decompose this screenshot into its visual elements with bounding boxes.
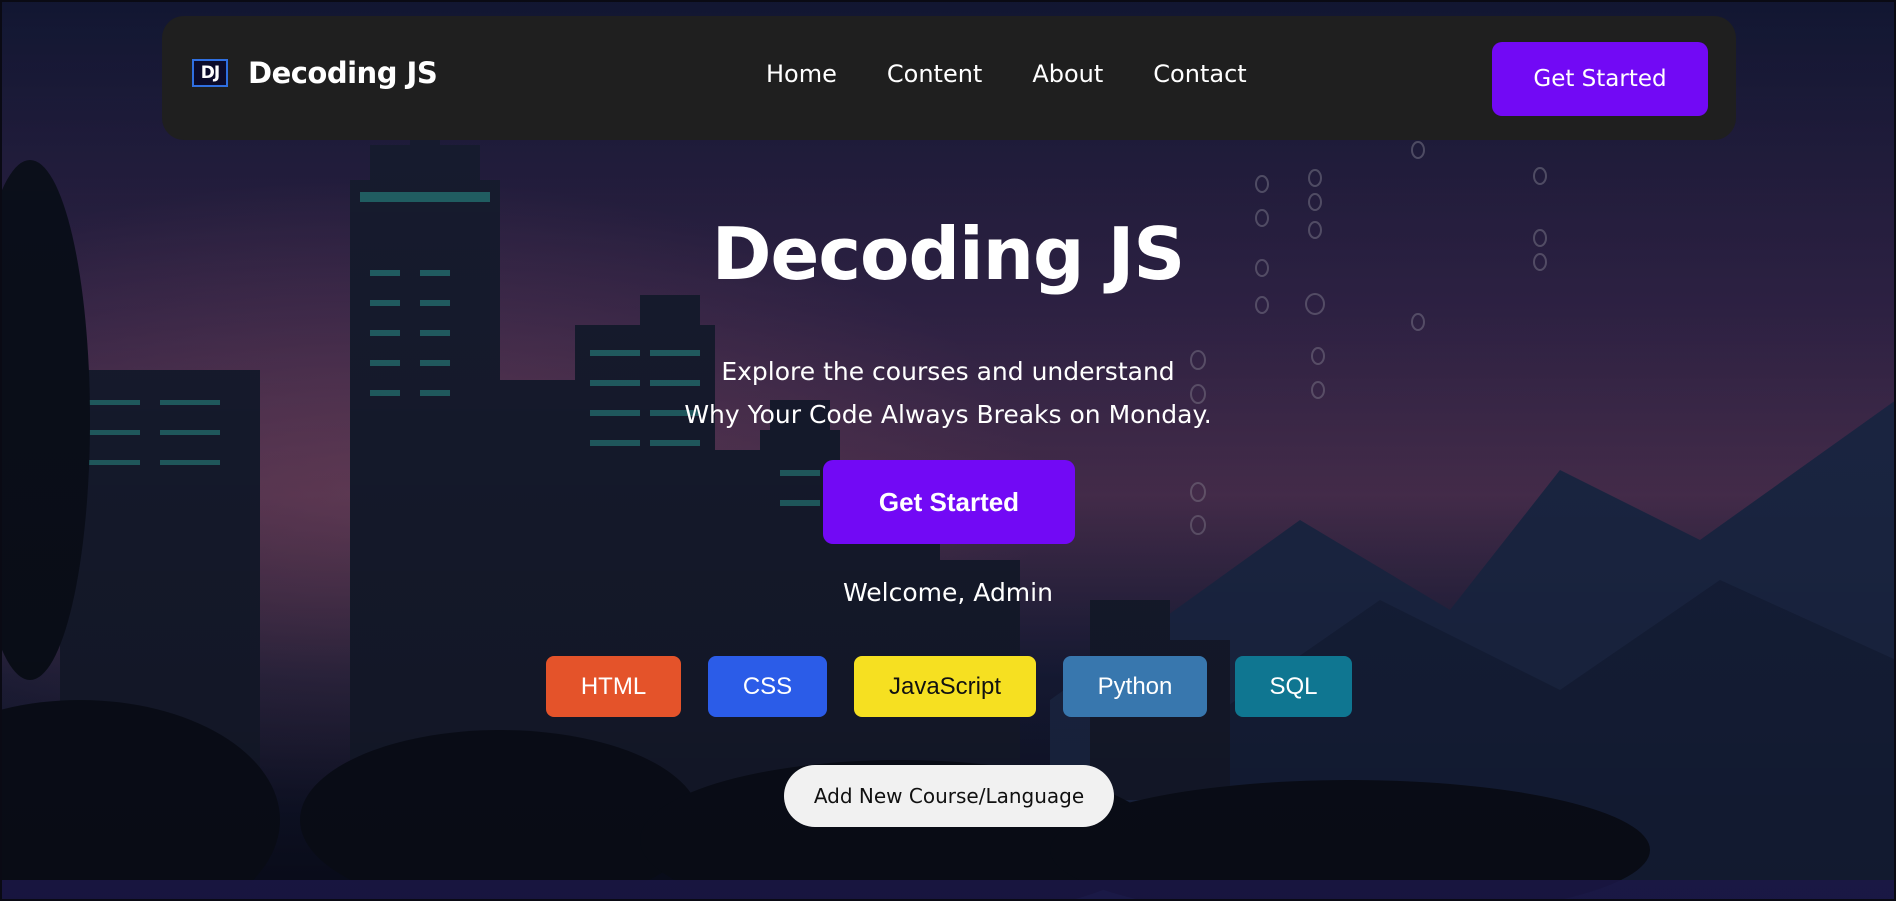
hero-subtitle: Explore the courses and understand Why Y… [0, 350, 1896, 436]
hero-subtitle-line2: Why Your Code Always Breaks on Monday. [684, 400, 1212, 429]
course-button-sql[interactable]: SQL [1235, 656, 1352, 717]
course-button-javascript[interactable]: JavaScript [854, 656, 1036, 717]
hero-section: Decoding JS Explore the courses and unde… [0, 0, 1896, 901]
add-course-button[interactable]: Add New Course/Language [784, 765, 1114, 827]
course-button-html[interactable]: HTML [546, 656, 681, 717]
hero-get-started-button[interactable]: Get Started [823, 460, 1075, 544]
hero-title: Decoding JS [711, 212, 1185, 296]
course-button-python[interactable]: Python [1063, 656, 1207, 717]
welcome-message: Welcome, Admin [843, 578, 1053, 607]
course-button-css[interactable]: CSS [708, 656, 827, 717]
hero-subtitle-line1: Explore the courses and understand [721, 357, 1175, 386]
